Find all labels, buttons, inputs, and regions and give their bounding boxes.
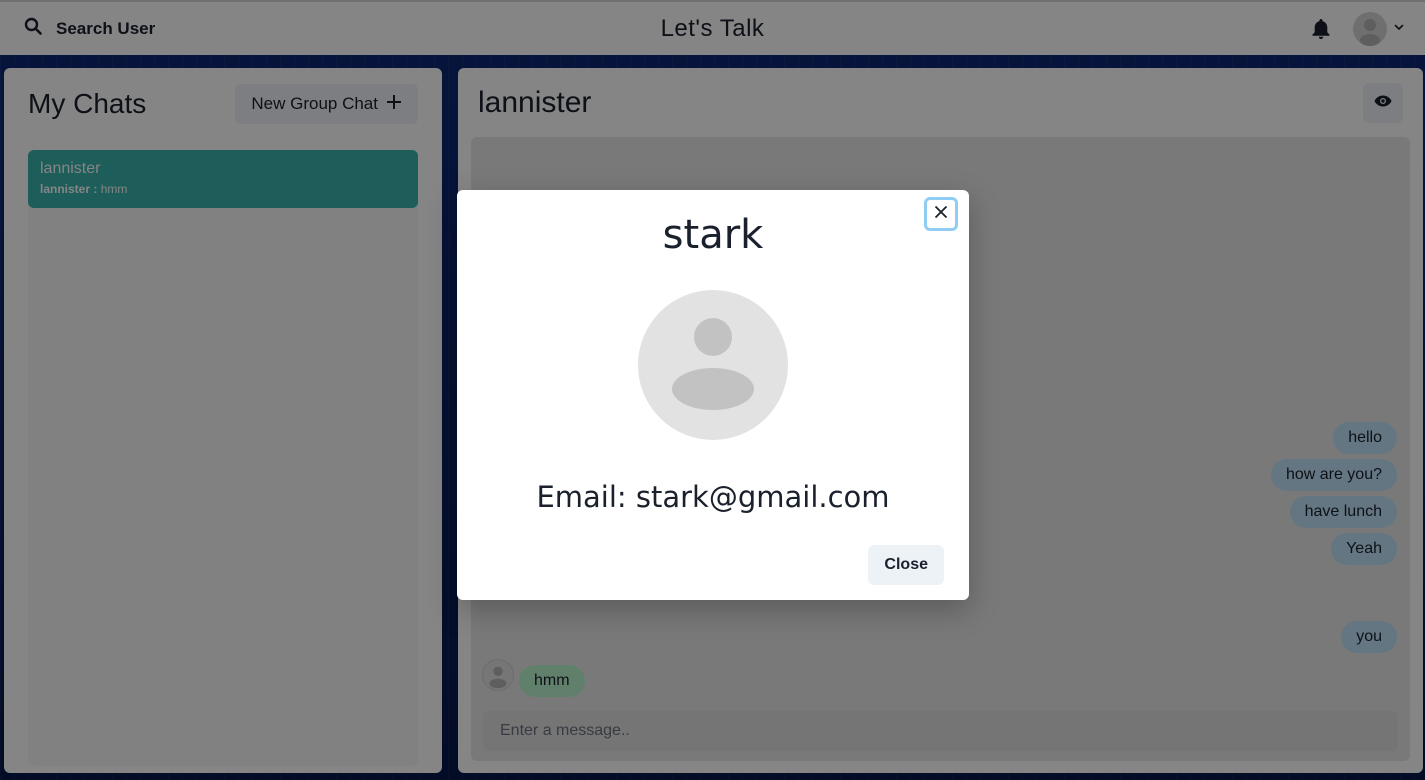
- profile-email: Email: stark@gmail.com: [536, 480, 890, 514]
- modal-close-button[interactable]: Close: [868, 545, 944, 585]
- modal-title: stark: [662, 212, 764, 258]
- profile-picture: [638, 290, 788, 440]
- close-icon: [934, 205, 948, 224]
- profile-modal: stark Email: stark@gmail.com Close: [457, 190, 969, 600]
- modal-close-x-button[interactable]: [924, 197, 958, 231]
